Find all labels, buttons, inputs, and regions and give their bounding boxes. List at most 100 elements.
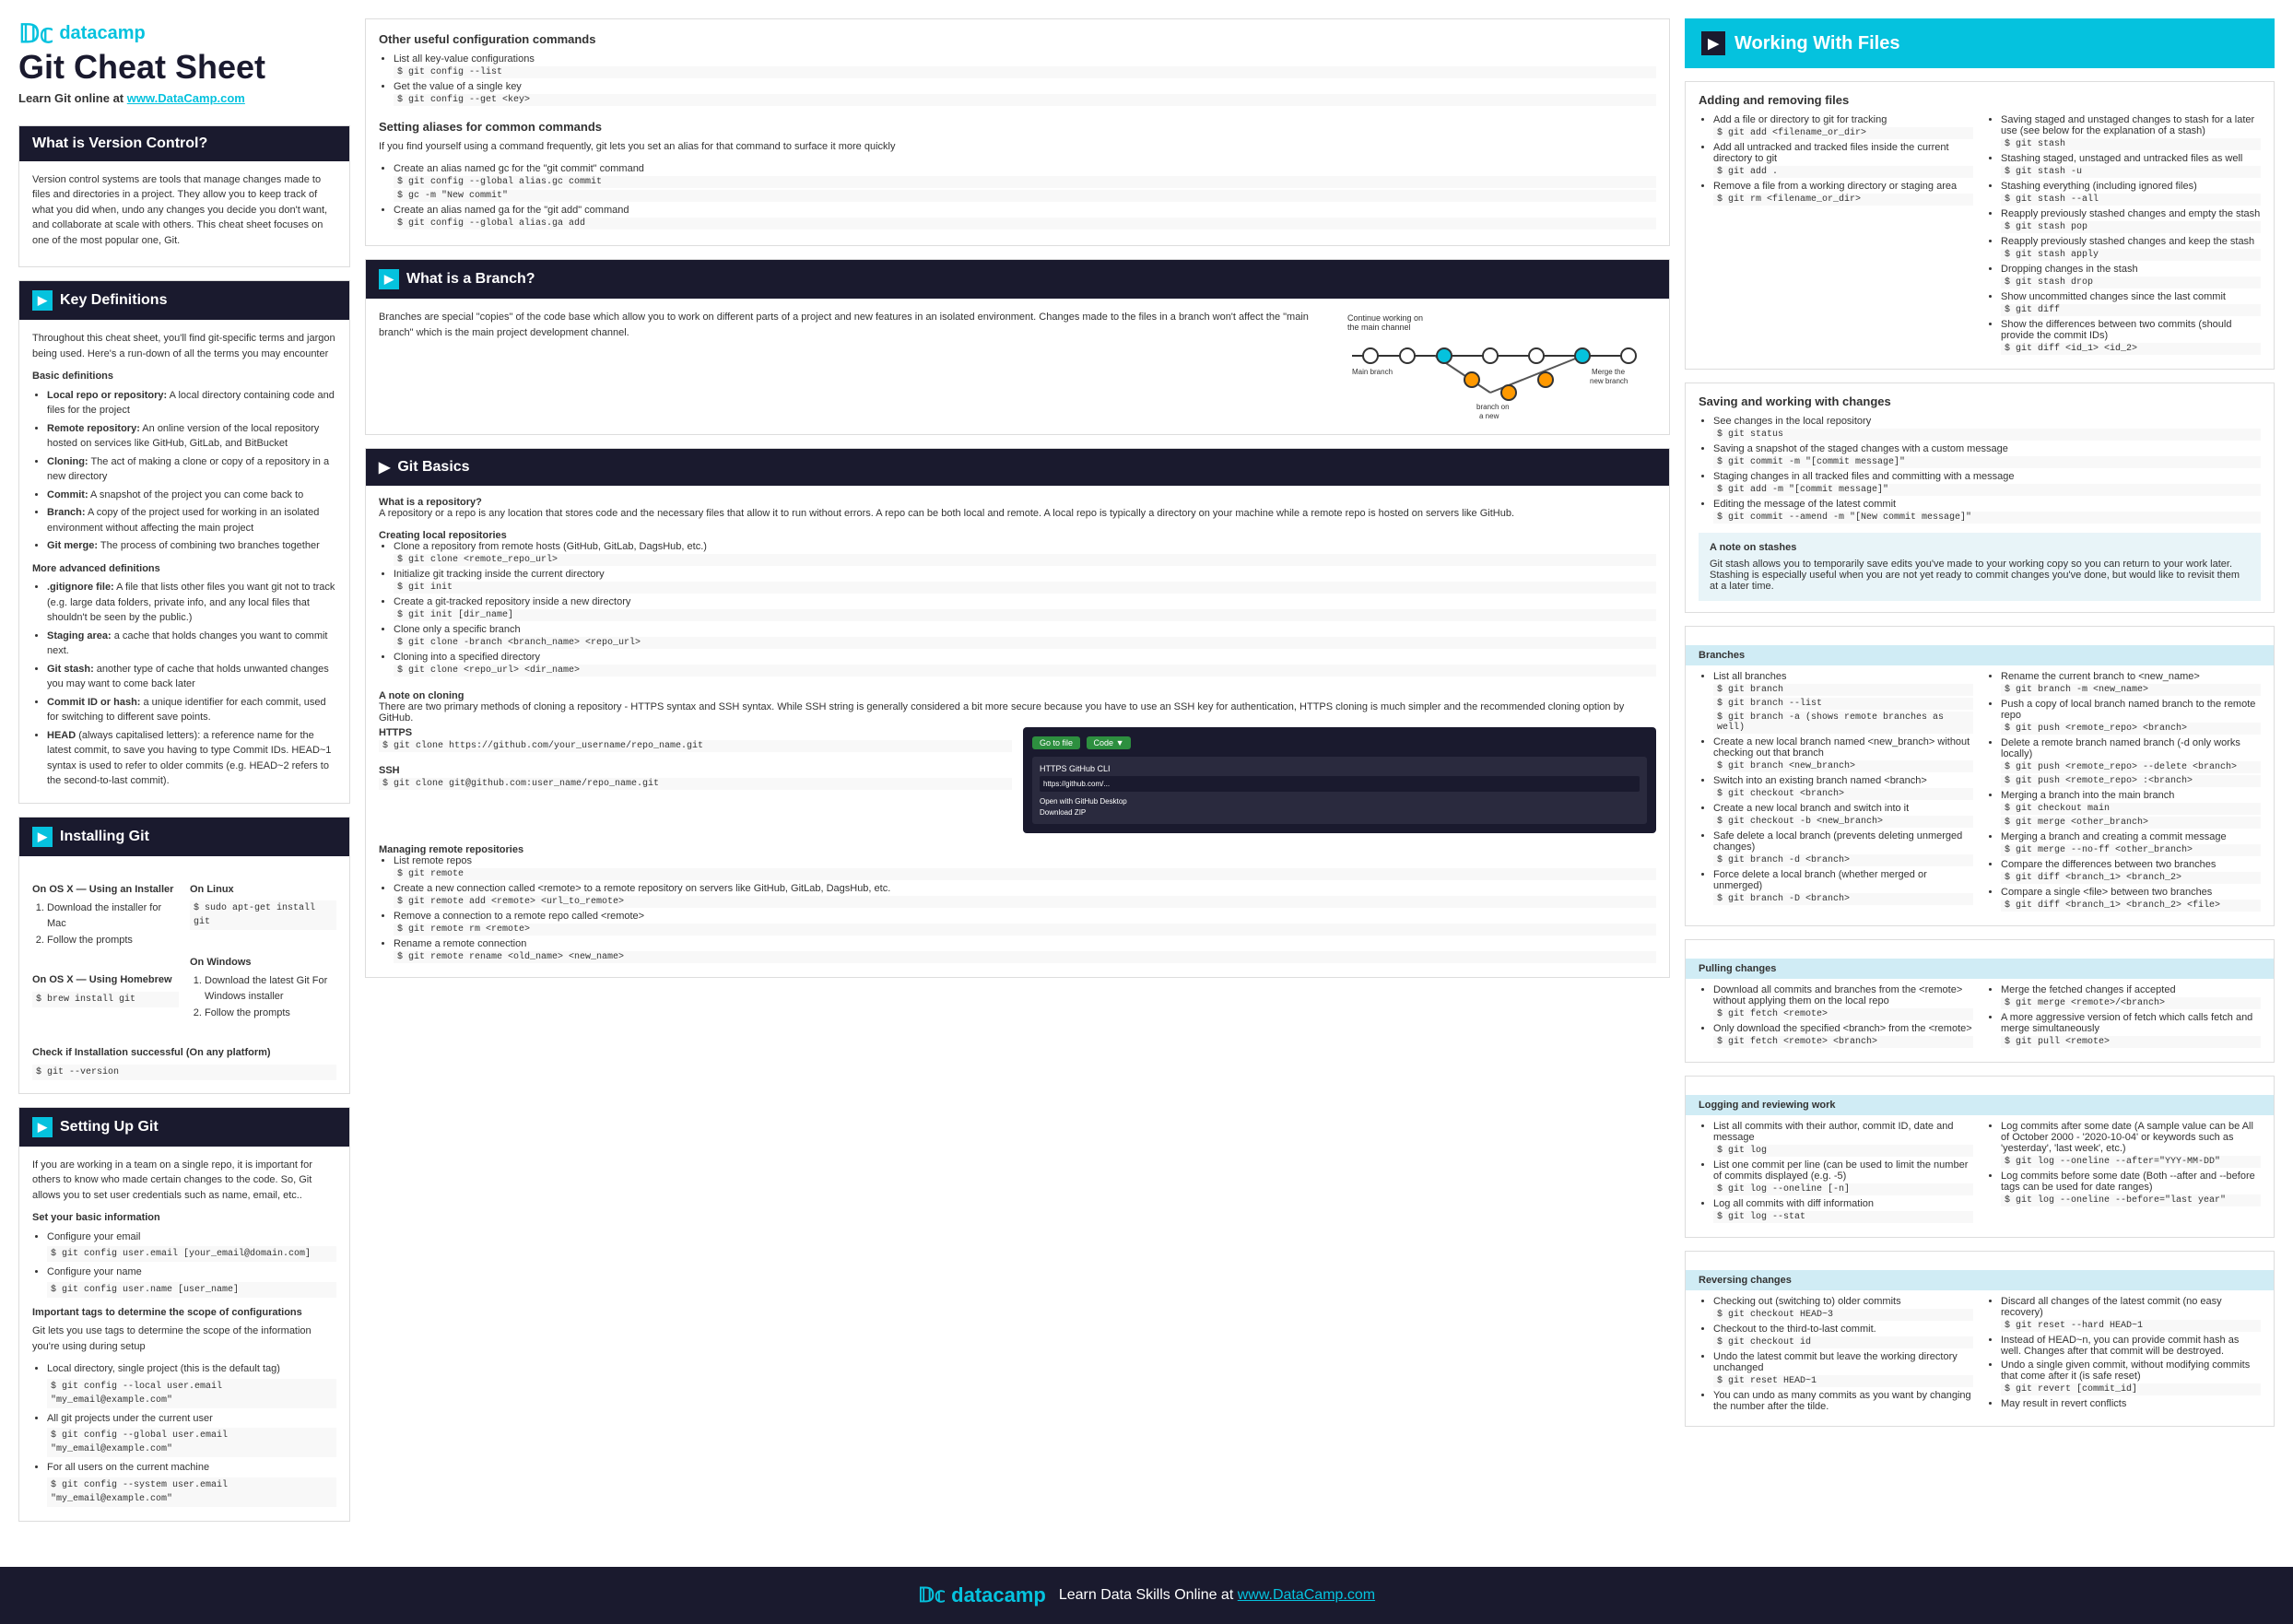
list-item: Download the latest Git For Windows inst… <box>205 973 336 1004</box>
list-item: List all commits with their author, comm… <box>1713 1121 1973 1157</box>
code-line: $ git status <box>1713 429 2261 441</box>
managing-remote-title: Managing remote repositories <box>379 844 1656 855</box>
clone-screenshot: Go to file Code ▼ HTTPS GitHub CLI https… <box>1023 727 1656 833</box>
code-line: $ git log <box>1713 1145 1973 1157</box>
logging-left-list: List all commits with their author, comm… <box>1713 1121 1973 1223</box>
page-title: Git Cheat Sheet <box>18 49 350 86</box>
version-control-title: What is Version Control? <box>32 135 207 152</box>
code-line: $ git commit --amend -m "[New commit mes… <box>1713 512 2261 524</box>
code-line: $ git add <filename_or_dir> <box>1713 127 1973 139</box>
git-basics-header: ▶ Git Basics <box>366 449 1669 486</box>
footer-link[interactable]: www.DataCamp.com <box>1238 1587 1375 1603</box>
version-control-text: Version control systems are tools that m… <box>32 172 336 249</box>
go-to-file-btn: Go to file <box>1032 736 1080 749</box>
installing-git-body: On OS X — Using an Installer Download th… <box>19 856 349 1093</box>
svg-text:the main channel: the main channel <box>1347 323 1411 332</box>
logo-area: 𝔻𝕔 datacamp Git Cheat Sheet Learn Git on… <box>18 18 350 112</box>
list-item: Switch into an existing branch named <br… <box>1713 775 1973 800</box>
code-line: $ git stash drop <box>2001 277 2261 288</box>
branches-right: Rename the current branch to <new_name> … <box>1986 671 2261 914</box>
list-item: Undo the latest commit but leave the wor… <box>1713 1351 1973 1387</box>
stash-note-title: A note on stashes <box>1710 542 2250 553</box>
git-basics-section: ▶ Git Basics What is a repository? A rep… <box>365 448 1670 978</box>
code-line: $ git config --global alias.ga add <box>394 218 1656 229</box>
code-line: $ git branch -d <branch> <box>1713 854 1973 866</box>
logging-content: List all commits with their author, comm… <box>1699 1121 2261 1226</box>
scope-list: Local directory, single project (this is… <box>47 1361 336 1507</box>
key-definitions-section: ▶ Key Definitions Throughout this cheat … <box>18 280 350 804</box>
arrow-icon: ▶ <box>1701 31 1725 55</box>
code-line: $ git clone <remote_repo_url> <box>394 554 1656 566</box>
subtitle: Learn Git online at www.DataCamp.com <box>18 91 350 105</box>
list-item: Local directory, single project (this is… <box>47 1361 336 1408</box>
list-item: Merging a branch into the main branch $ … <box>2001 790 2261 829</box>
open-github-desktop: Open with GitHub Desktop <box>1040 797 1640 806</box>
list-item: Follow the prompts <box>205 1006 336 1021</box>
reversing-content: Checking out (switching to) older commit… <box>1699 1296 2261 1415</box>
code-line: $ git log --oneline --after="YYY-MM-DD" <box>2001 1156 2261 1168</box>
list-item: Initialize git tracking inside the curre… <box>394 569 1656 594</box>
code-line: $ git config --local user.email "my_emai… <box>47 1379 336 1408</box>
list-item: List remote repos $ git remote <box>394 855 1656 880</box>
list-item: Get the value of a single key $ git conf… <box>394 81 1656 106</box>
logging-right-list: Log commits after some date (A sample va… <box>2001 1121 2261 1206</box>
list-item: Git stash: another type of cache that ho… <box>47 662 336 692</box>
list-item: Delete a remote branch named branch (-d … <box>2001 737 2261 787</box>
what-is-repo-title: What is a repository? <box>379 497 1656 508</box>
list-item: .gitignore file: A file that lists other… <box>47 580 336 626</box>
reversing-right-list: Discard all changes of the latest commit… <box>2001 1296 2261 1409</box>
branches-content: List all branches $ git branch $ git bra… <box>1699 671 2261 914</box>
config-list: List all key-value configurations $ git … <box>394 53 1656 106</box>
setting-up-git-title: Setting Up Git <box>60 1119 159 1136</box>
linux-windows-col: On Linux $ sudo apt-get install git On W… <box>190 875 336 1023</box>
arrow-icon: ▶ <box>379 269 399 289</box>
linux-title: On Linux <box>190 882 336 898</box>
list-item: Only download the specified <branch> fro… <box>1713 1023 1973 1048</box>
list-item: Download the installer for Mac <box>47 900 179 931</box>
pulling-subheader: Pulling changes <box>1686 959 2274 979</box>
install-grid: On OS X — Using an Installer Download th… <box>32 875 336 1023</box>
aliases-title: Setting aliases for common commands <box>379 120 1656 134</box>
list-item: Undo a single given commit, without modi… <box>2001 1359 2261 1395</box>
basic-info-list: Configure your email $ git config user.e… <box>47 1230 336 1298</box>
pulling-right-list: Merge the fetched changes if accepted $ … <box>2001 984 2261 1048</box>
osx-homebrew-code: $ brew install git <box>32 992 179 1007</box>
svg-text:a new: a new <box>1479 412 1499 420</box>
list-item: Configure your name $ git config user.na… <box>47 1265 336 1298</box>
osx-steps: Download the installer for Mac Follow th… <box>47 900 179 948</box>
adding-removing-title: Adding and removing files <box>1699 93 2261 107</box>
list-item: Compare a single <file> between two bran… <box>2001 887 2261 912</box>
code-line: $ git remote rename <old_name> <new_name… <box>394 951 1656 963</box>
list-item: Log commits before some date (Both --aft… <box>2001 1171 2261 1206</box>
list-item: Log commits after some date (A sample va… <box>2001 1121 2261 1168</box>
code-line: $ git config --system user.email "my_ema… <box>47 1477 336 1507</box>
code-line: $ git add -m "[commit message]" <box>1713 484 2261 496</box>
svg-text:new branch: new branch <box>1590 377 1628 385</box>
code-line: $ gc -m "New commit" <box>394 190 1656 202</box>
logo: 𝔻𝕔 datacamp <box>18 18 350 49</box>
code-line: $ git init [dir_name] <box>394 609 1656 621</box>
code-line: $ git stash apply <box>2001 249 2261 261</box>
installing-git-title: Installing Git <box>60 829 149 845</box>
ssh-code: $ git clone git@github.com:user_name/rep… <box>379 778 1012 790</box>
branches-left-list: List all branches $ git branch $ git bra… <box>1713 671 1973 905</box>
list-item: Force delete a local branch (whether mer… <box>1713 869 1973 905</box>
code-line: $ git revert [commit_id] <box>2001 1383 2261 1395</box>
list-item: For all users on the current machine $ g… <box>47 1460 336 1507</box>
code-line: $ git stash -u <box>2001 166 2261 178</box>
clone-options: HTTPS GitHub CLI https://github.com/... … <box>1032 757 1647 824</box>
key-definitions-body: Throughout this cheat sheet, you'll find… <box>19 320 349 803</box>
what-is-repo-text: A repository or a repo is any location t… <box>379 508 1656 519</box>
creating-local-list: Clone a repository from remote hosts (Gi… <box>394 541 1656 677</box>
code-line: $ git pull <remote> <box>2001 1036 2261 1048</box>
working-files-header: ▶ Working With Files <box>1685 18 2275 68</box>
list-item: Merging a branch and creating a commit m… <box>2001 831 2261 856</box>
list-item: Clone a repository from remote hosts (Gi… <box>394 541 1656 566</box>
list-item: Log all commits with diff information $ … <box>1713 1198 1973 1223</box>
branches-right-list: Rename the current branch to <new_name> … <box>2001 671 2261 912</box>
list-item: Create a new local branch and switch int… <box>1713 803 1973 828</box>
arrow-icon: ▶ <box>32 290 53 311</box>
logging-right: Log commits after some date (A sample va… <box>1986 1121 2261 1226</box>
list-item: Commit ID or hash: a unique identifier f… <box>47 695 336 725</box>
managing-remote-list: List remote repos $ git remote Create a … <box>394 855 1656 963</box>
